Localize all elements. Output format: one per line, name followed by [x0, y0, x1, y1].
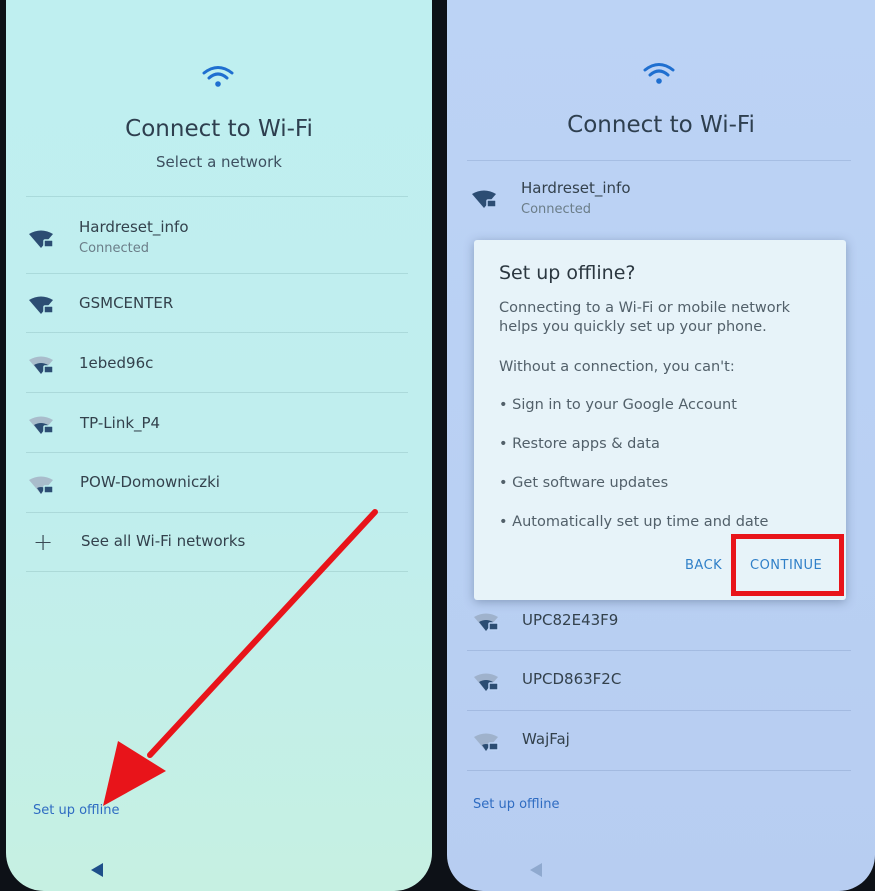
network-row-1ebed96c[interactable]: 1ebed96c — [6, 334, 432, 392]
bullet-text: Automatically set up time and date — [512, 514, 769, 530]
network-row-tp-link-p4[interactable]: TP-Link_P4 — [6, 393, 432, 451]
network-name: UPCD863F2C — [522, 670, 622, 688]
dialog-bullet: • Sign in to your Google Account — [499, 397, 737, 413]
dialog-without-text: Without a connection, you can't: — [499, 359, 735, 375]
wifi-lock-icon — [28, 474, 56, 496]
network-status: Connected — [521, 202, 592, 217]
right-phone-screen: Connect to Wi-Fi Hardreset_info Connecte… — [447, 0, 875, 891]
back-triangle-icon[interactable] — [530, 863, 542, 877]
network-name: POW-Domowniczki — [80, 473, 220, 491]
see-all-label: See all Wi-Fi networks — [81, 532, 246, 550]
wifi-lock-icon — [471, 188, 499, 210]
network-name: GSMCENTER — [79, 294, 174, 312]
dialog-intro: Connecting to a Wi-Fi or mobile network … — [499, 300, 790, 335]
dialog-bullet: • Automatically set up time and date — [499, 514, 769, 530]
bullet-text: Restore apps & data — [512, 436, 660, 452]
network-row-hardreset-info[interactable]: Hardreset_info Connected — [6, 212, 432, 270]
divider — [26, 571, 408, 572]
continue-highlight-box — [731, 534, 844, 596]
set-up-offline-link[interactable]: Set up offline — [473, 797, 559, 812]
wifi-lock-icon — [28, 228, 56, 250]
network-name: WajFaj — [522, 730, 570, 748]
wifi-icon — [642, 61, 676, 85]
dialog-bullet: • Get software updates — [499, 475, 669, 491]
set-up-offline-link[interactable]: Set up offline — [33, 803, 119, 818]
back-triangle-icon[interactable] — [91, 863, 103, 877]
divider — [26, 196, 408, 197]
network-status: Connected — [79, 241, 150, 256]
bullet-text: Get software updates — [512, 475, 669, 491]
page-title: Connect to Wi-Fi — [567, 112, 755, 138]
dialog-title: Set up offline? — [499, 262, 636, 284]
wifi-lock-icon — [473, 671, 501, 693]
network-name: 1ebed96c — [79, 354, 154, 372]
bullet-text: Sign in to your Google Account — [512, 397, 737, 413]
network-name: UPC82E43F9 — [522, 611, 619, 629]
navigation-bar — [447, 849, 875, 891]
network-row-pow-domowniczki[interactable]: POW-Domowniczki — [6, 453, 432, 511]
network-name: Hardreset_info — [79, 218, 189, 236]
dialog-bullet: • Restore apps & data — [499, 436, 660, 452]
page-title: Connect to Wi-Fi — [125, 116, 313, 142]
plus-icon: + — [33, 528, 54, 556]
divider — [467, 160, 851, 161]
network-row-hardreset-info[interactable]: Hardreset_info Connected — [447, 172, 875, 230]
wifi-lock-icon — [28, 354, 56, 376]
network-name: TP-Link_P4 — [80, 414, 161, 432]
network-row-upcd863f2c[interactable]: UPCD863F2C — [447, 651, 875, 709]
divider — [467, 770, 851, 771]
network-name: Hardreset_info — [521, 179, 631, 197]
wifi-lock-icon — [473, 611, 501, 633]
see-all-networks-button[interactable]: + See all Wi-Fi networks — [6, 513, 432, 571]
back-button[interactable]: BACK — [685, 558, 722, 573]
wifi-lock-icon — [28, 294, 56, 316]
divider — [26, 332, 408, 333]
network-row-gsmcenter[interactable]: GSMCENTER — [6, 274, 432, 332]
network-row-wajfaj[interactable]: WajFaj — [447, 711, 875, 769]
wifi-lock-icon — [28, 414, 56, 436]
navigation-bar — [6, 849, 432, 891]
wifi-lock-icon — [473, 731, 501, 753]
page-subtitle: Select a network — [156, 153, 282, 171]
left-phone-screen: Connect to Wi-Fi Select a network Hardre… — [6, 0, 432, 891]
wifi-icon — [201, 64, 235, 88]
